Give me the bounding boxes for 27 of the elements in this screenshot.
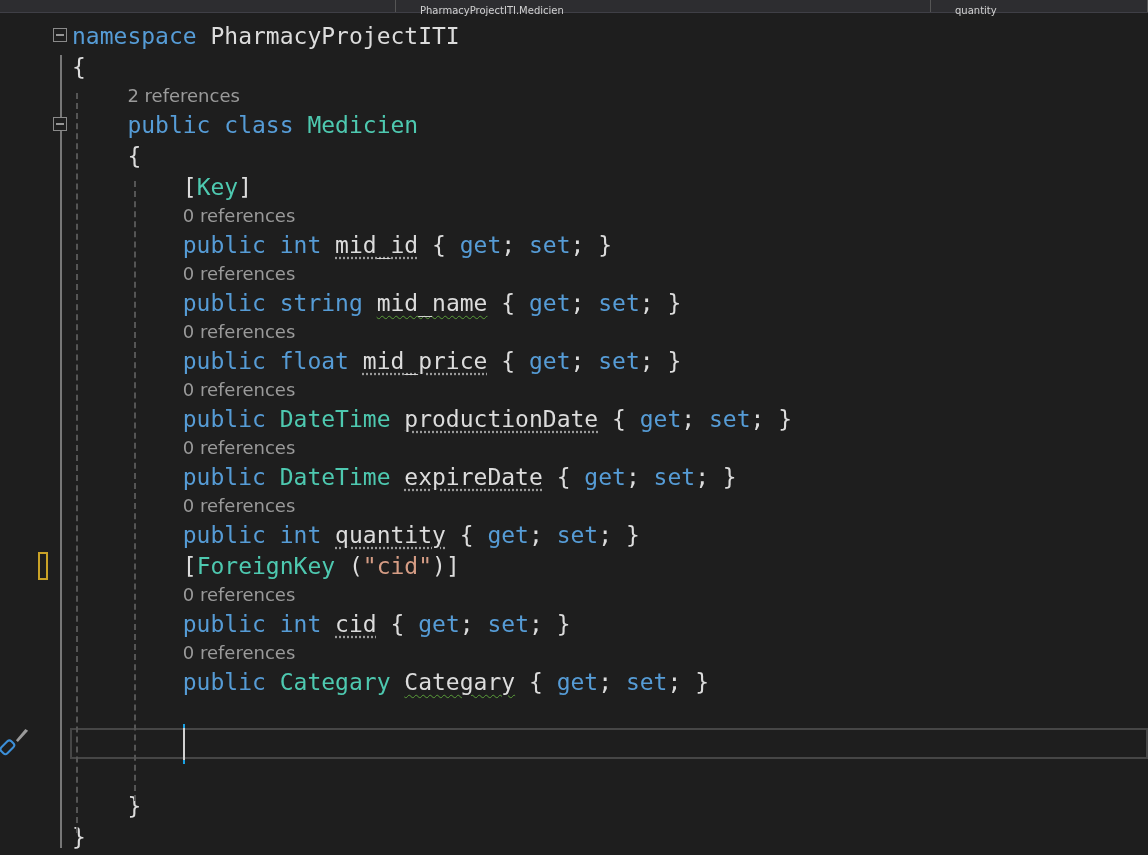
code-line: public string mid_name { get; set; } [182, 289, 682, 316]
code-line: public int mid_id { get; set; } [182, 231, 613, 258]
code-line: [ForeignKey ("cid")] [182, 552, 460, 579]
collapse-icon[interactable] [53, 28, 67, 42]
codelens-text[interactable]: 0 references [182, 642, 296, 663]
screwdriver-icon[interactable] [0, 728, 30, 758]
codelens-text[interactable]: 0 references [182, 584, 296, 605]
codelens-text[interactable]: 0 references [182, 379, 296, 400]
text-cursor [182, 723, 185, 764]
codelens-text[interactable]: 0 references [182, 263, 296, 284]
collapse-icon[interactable] [53, 117, 67, 131]
code-line: { [127, 142, 142, 169]
code-line: public float mid_price { get; set; } [182, 347, 682, 374]
codelens-text[interactable]: 0 references [182, 205, 296, 226]
codelens-text[interactable]: 0 references [182, 437, 296, 458]
code-line: [Key] [182, 173, 253, 200]
code-line: public DateTime expireDate { get; set; } [182, 463, 737, 490]
codelens-text[interactable]: 0 references [182, 321, 296, 342]
code-line: namespace PharmacyProjectITI [72, 22, 460, 49]
code-line: public class Medicien [127, 111, 419, 138]
codelens-text[interactable]: 2 references [127, 85, 240, 106]
code-line: public Categary Categary { get; set; } [182, 668, 709, 695]
code-line: public int quantity { get; set; } [182, 521, 640, 548]
code-line: public int cid { get; set; } [182, 610, 571, 637]
code-line: { [72, 53, 86, 80]
code-line: public DateTime productionDate { get; set; } [182, 405, 793, 432]
codelens-text[interactable]: 0 references [182, 495, 296, 516]
